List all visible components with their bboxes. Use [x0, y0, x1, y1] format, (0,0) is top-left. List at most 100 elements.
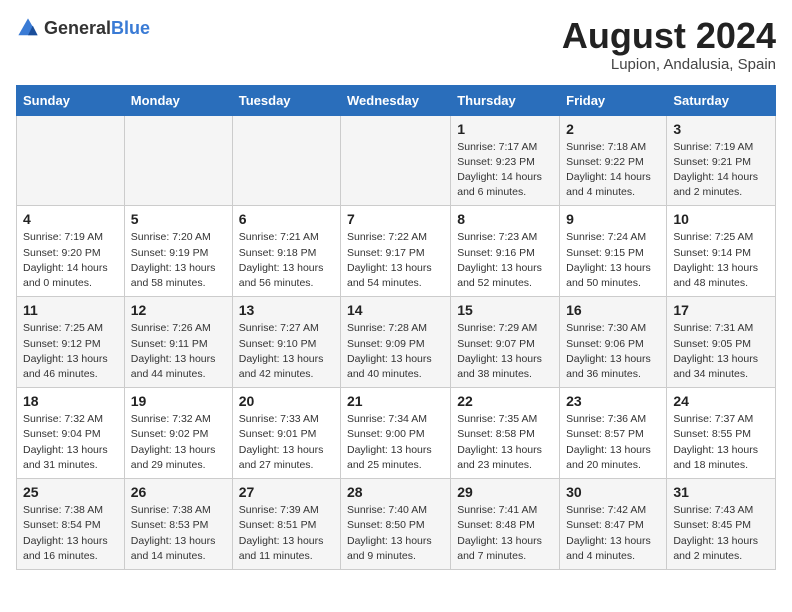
day-cell: 16 Sunrise: 7:30 AM Sunset: 9:06 PM Dayli… — [560, 297, 667, 388]
day-number: 18 — [23, 393, 118, 409]
day-number: 22 — [457, 393, 553, 409]
day-cell: 2Sunrise: 7:18 AM Sunset: 9:22 PM Daylig… — [560, 115, 667, 206]
day-number: 23 — [566, 393, 660, 409]
day-info: Sunrise: 7:28 AM Sunset: 9:09 PM Dayligh… — [347, 321, 444, 382]
day-info: Sunrise: 7:31 AM Sunset: 9:05 PM Dayligh… — [673, 321, 769, 382]
day-info: Sunrise: 7:25 AM Sunset: 9:14 PM Dayligh… — [673, 230, 769, 291]
day-cell: 3 Sunrise: 7:19 AM Sunset: 9:21 PM Daylig… — [667, 115, 776, 206]
day-number: 16 — [566, 302, 660, 318]
day-number: 24 — [673, 393, 769, 409]
day-number: 8 — [457, 211, 553, 227]
day-info: Sunrise: 7:32 AM Sunset: 9:04 PM Dayligh… — [23, 412, 118, 473]
day-cell: 31 Sunrise: 7:43 AM Sunset: 8:45 PM Dayli… — [667, 479, 776, 570]
day-cell — [124, 115, 232, 206]
week-row-4: 18 Sunrise: 7:32 AM Sunset: 9:04 PM Dayli… — [17, 388, 776, 479]
day-number: 25 — [23, 484, 118, 500]
day-number: 28 — [347, 484, 444, 500]
day-cell — [341, 115, 451, 206]
day-number: 12 — [131, 302, 226, 318]
day-cell: 11Sunrise: 7:25 AM Sunset: 9:12 PM Dayli… — [17, 297, 125, 388]
day-number: 20 — [239, 393, 334, 409]
day-number: 1 — [457, 121, 553, 137]
day-cell: 27 Sunrise: 7:39 AM Sunset: 8:51 PM Dayli… — [232, 479, 340, 570]
page-header: GeneralBlue August 2024 Lupion, Andalusi… — [16, 16, 776, 73]
day-info: Sunrise: 7:34 AM Sunset: 9:00 PM Dayligh… — [347, 412, 444, 473]
week-row-3: 11Sunrise: 7:25 AM Sunset: 9:12 PM Dayli… — [17, 297, 776, 388]
day-info: Sunrise: 7:17 AM Sunset: 9:23 PM Dayligh… — [457, 140, 553, 201]
day-number: 3 — [673, 121, 769, 137]
day-info: Sunrise: 7:36 AM Sunset: 8:57 PM Dayligh… — [566, 412, 660, 473]
day-number: 31 — [673, 484, 769, 500]
day-number: 9 — [566, 211, 660, 227]
day-number: 14 — [347, 302, 444, 318]
day-info: Sunrise: 7:24 AM Sunset: 9:15 PM Dayligh… — [566, 230, 660, 291]
day-cell — [232, 115, 340, 206]
day-info: Sunrise: 7:20 AM Sunset: 9:19 PM Dayligh… — [131, 230, 226, 291]
day-cell: 5 Sunrise: 7:20 AM Sunset: 9:19 PM Daylig… — [124, 206, 232, 297]
day-cell: 12 Sunrise: 7:26 AM Sunset: 9:11 PM Dayli… — [124, 297, 232, 388]
day-info: Sunrise: 7:26 AM Sunset: 9:11 PM Dayligh… — [131, 321, 226, 382]
week-row-2: 4Sunrise: 7:19 AM Sunset: 9:20 PM Daylig… — [17, 206, 776, 297]
header-day-friday: Friday — [560, 85, 667, 115]
day-cell: 6 Sunrise: 7:21 AM Sunset: 9:18 PM Daylig… — [232, 206, 340, 297]
day-info: Sunrise: 7:25 AM Sunset: 9:12 PM Dayligh… — [23, 321, 118, 382]
day-info: Sunrise: 7:41 AM Sunset: 8:48 PM Dayligh… — [457, 503, 553, 564]
day-info: Sunrise: 7:42 AM Sunset: 8:47 PM Dayligh… — [566, 503, 660, 564]
day-info: Sunrise: 7:43 AM Sunset: 8:45 PM Dayligh… — [673, 503, 769, 564]
day-number: 5 — [131, 211, 226, 227]
day-number: 29 — [457, 484, 553, 500]
day-info: Sunrise: 7:21 AM Sunset: 9:18 PM Dayligh… — [239, 230, 334, 291]
day-number: 6 — [239, 211, 334, 227]
day-number: 21 — [347, 393, 444, 409]
logo-blue: Blue — [111, 18, 150, 38]
day-cell: 18 Sunrise: 7:32 AM Sunset: 9:04 PM Dayli… — [17, 388, 125, 479]
week-row-5: 25 Sunrise: 7:38 AM Sunset: 8:54 PM Dayli… — [17, 479, 776, 570]
day-cell: 15 Sunrise: 7:29 AM Sunset: 9:07 PM Dayli… — [451, 297, 560, 388]
day-cell: 24 Sunrise: 7:37 AM Sunset: 8:55 PM Dayli… — [667, 388, 776, 479]
day-number: 15 — [457, 302, 553, 318]
day-cell: 30Sunrise: 7:42 AM Sunset: 8:47 PM Dayli… — [560, 479, 667, 570]
day-number: 2 — [566, 121, 660, 137]
header-day-thursday: Thursday — [451, 85, 560, 115]
day-number: 17 — [673, 302, 769, 318]
calendar-table: SundayMondayTuesdayWednesdayThursdayFrid… — [16, 85, 776, 570]
day-cell: 21 Sunrise: 7:34 AM Sunset: 9:00 PM Dayli… — [341, 388, 451, 479]
header-day-wednesday: Wednesday — [341, 85, 451, 115]
day-cell: 22Sunrise: 7:35 AM Sunset: 8:58 PM Dayli… — [451, 388, 560, 479]
header-day-sunday: Sunday — [17, 85, 125, 115]
logo-general: General — [44, 18, 111, 38]
day-number: 13 — [239, 302, 334, 318]
day-number: 7 — [347, 211, 444, 227]
day-number: 27 — [239, 484, 334, 500]
day-info: Sunrise: 7:38 AM Sunset: 8:54 PM Dayligh… — [23, 503, 118, 564]
day-cell: 14 Sunrise: 7:28 AM Sunset: 9:09 PM Dayli… — [341, 297, 451, 388]
day-cell: 7 Sunrise: 7:22 AM Sunset: 9:17 PM Daylig… — [341, 206, 451, 297]
day-cell: 1 Sunrise: 7:17 AM Sunset: 9:23 PM Daylig… — [451, 115, 560, 206]
day-info: Sunrise: 7:29 AM Sunset: 9:07 PM Dayligh… — [457, 321, 553, 382]
day-info: Sunrise: 7:39 AM Sunset: 8:51 PM Dayligh… — [239, 503, 334, 564]
day-cell: 4Sunrise: 7:19 AM Sunset: 9:20 PM Daylig… — [17, 206, 125, 297]
day-info: Sunrise: 7:37 AM Sunset: 8:55 PM Dayligh… — [673, 412, 769, 473]
day-info: Sunrise: 7:30 AM Sunset: 9:06 PM Dayligh… — [566, 321, 660, 382]
day-info: Sunrise: 7:27 AM Sunset: 9:10 PM Dayligh… — [239, 321, 334, 382]
day-number: 4 — [23, 211, 118, 227]
location: Lupion, Andalusia, Spain — [562, 56, 776, 73]
day-info: Sunrise: 7:22 AM Sunset: 9:17 PM Dayligh… — [347, 230, 444, 291]
day-number: 26 — [131, 484, 226, 500]
logo: GeneralBlue — [16, 16, 150, 40]
day-cell: 8Sunrise: 7:23 AM Sunset: 9:16 PM Daylig… — [451, 206, 560, 297]
day-info: Sunrise: 7:33 AM Sunset: 9:01 PM Dayligh… — [239, 412, 334, 473]
day-cell: 19Sunrise: 7:32 AM Sunset: 9:02 PM Dayli… — [124, 388, 232, 479]
calendar-header-row: SundayMondayTuesdayWednesdayThursdayFrid… — [17, 85, 776, 115]
month-year: August 2024 — [562, 16, 776, 56]
day-cell: 17 Sunrise: 7:31 AM Sunset: 9:05 PM Dayli… — [667, 297, 776, 388]
day-cell: 13 Sunrise: 7:27 AM Sunset: 9:10 PM Dayli… — [232, 297, 340, 388]
day-cell: 26 Sunrise: 7:38 AM Sunset: 8:53 PM Dayli… — [124, 479, 232, 570]
day-cell: 9 Sunrise: 7:24 AM Sunset: 9:15 PM Daylig… — [560, 206, 667, 297]
day-info: Sunrise: 7:38 AM Sunset: 8:53 PM Dayligh… — [131, 503, 226, 564]
day-info: Sunrise: 7:19 AM Sunset: 9:21 PM Dayligh… — [673, 140, 769, 201]
day-info: Sunrise: 7:32 AM Sunset: 9:02 PM Dayligh… — [131, 412, 226, 473]
header-day-saturday: Saturday — [667, 85, 776, 115]
day-cell: 23 Sunrise: 7:36 AM Sunset: 8:57 PM Dayli… — [560, 388, 667, 479]
day-cell — [17, 115, 125, 206]
